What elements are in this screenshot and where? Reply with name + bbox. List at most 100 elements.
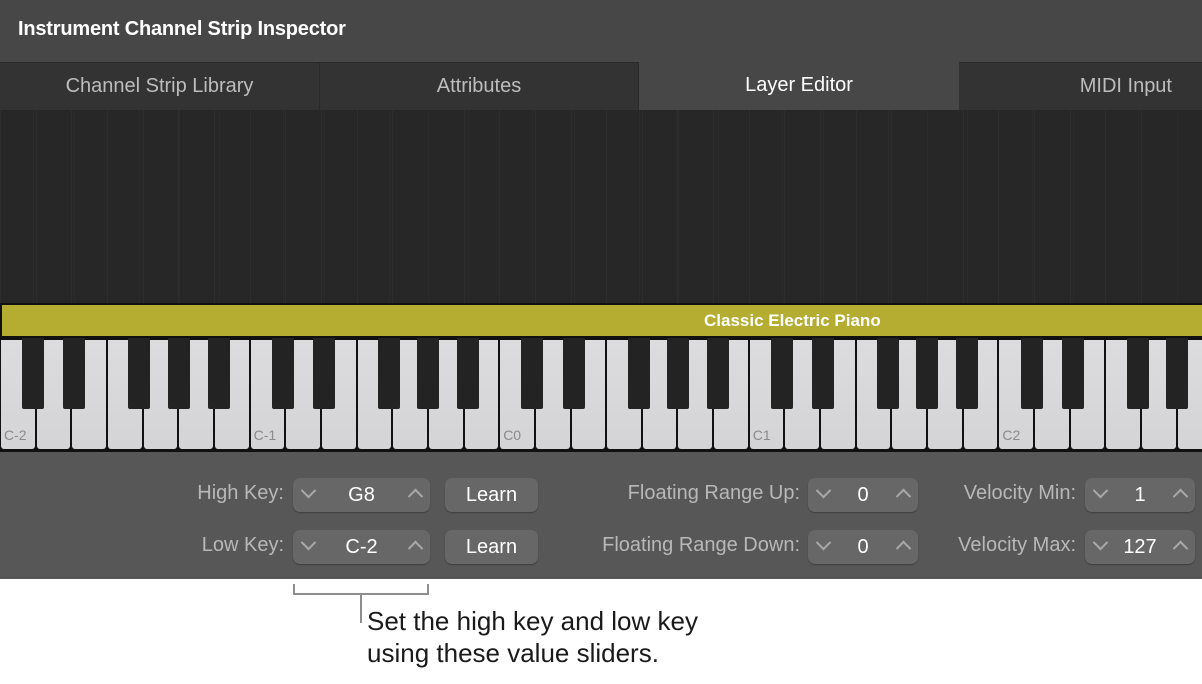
key-column-divider	[389, 110, 390, 303]
chevron-up-icon[interactable]	[1169, 530, 1191, 564]
chevron-up-icon[interactable]	[1169, 478, 1191, 512]
velocity-max-label: Velocity Max:	[958, 534, 1076, 556]
chevron-down-icon[interactable]	[812, 530, 834, 564]
high-key-label: High Key:	[197, 482, 284, 504]
black-key[interactable]	[666, 338, 689, 409]
velocity-min-value[interactable]: 1	[1109, 478, 1171, 512]
chevron-up-icon[interactable]	[404, 478, 426, 512]
black-key[interactable]	[207, 338, 230, 409]
black-key[interactable]	[271, 338, 294, 409]
black-key[interactable]	[562, 338, 585, 409]
octave-label: C-2	[4, 427, 27, 443]
high-key-learn-button[interactable]: Learn	[445, 478, 538, 512]
tab-bar: Channel Strip Library Attributes Layer E…	[0, 62, 1202, 110]
chevron-down-icon[interactable]	[1089, 530, 1111, 564]
key-column-divider	[250, 110, 251, 303]
black-key[interactable]	[22, 338, 45, 409]
tab-layer-editor[interactable]: Layer Editor	[639, 62, 959, 110]
key-column-divider	[713, 110, 714, 303]
chevron-up-icon[interactable]	[892, 478, 914, 512]
chevron-up-icon[interactable]	[404, 530, 426, 564]
octave-label: C2	[1002, 427, 1021, 443]
velocity-max-stepper[interactable]: 127	[1085, 530, 1195, 564]
black-key[interactable]	[1061, 338, 1084, 409]
octave-label: C1	[752, 427, 771, 443]
key-column-divider	[219, 110, 220, 303]
key-column-divider	[143, 110, 144, 303]
inspector-window: Instrument Channel Strip Inspector Chann…	[0, 0, 1202, 579]
key-column-divider	[1138, 110, 1139, 303]
black-key[interactable]	[770, 338, 793, 409]
key-column-divider	[285, 110, 286, 303]
black-key[interactable]	[417, 338, 440, 409]
key-column-divider	[36, 110, 37, 303]
black-key[interactable]	[457, 338, 480, 409]
tab-midi-input[interactable]: MIDI Input	[959, 63, 1202, 110]
window-title: Instrument Channel Strip Inspector	[18, 18, 346, 40]
key-column-divider	[139, 110, 140, 303]
black-key[interactable]	[627, 338, 650, 409]
black-key[interactable]	[167, 338, 190, 409]
key-column-divider	[998, 110, 999, 303]
floating-range-down-label: Floating Range Down:	[602, 534, 800, 556]
key-column-divider	[574, 110, 575, 303]
key-column-divider	[1032, 110, 1033, 303]
velocity-max-value[interactable]: 127	[1109, 530, 1171, 564]
low-key-learn-button[interactable]: Learn	[445, 530, 538, 564]
callout-line-1: Set the high key and low key	[367, 606, 698, 636]
black-key[interactable]	[1020, 338, 1043, 409]
key-column-divider	[606, 110, 607, 303]
chevron-down-icon[interactable]	[297, 530, 319, 564]
black-key[interactable]	[706, 338, 729, 409]
black-key[interactable]	[1165, 338, 1188, 409]
high-key-value[interactable]: G8	[317, 478, 406, 512]
key-column-divider	[571, 110, 572, 303]
black-key[interactable]	[63, 338, 86, 409]
layer-area[interactable]	[0, 110, 1202, 303]
key-column-divider	[784, 110, 785, 303]
black-key[interactable]	[128, 338, 151, 409]
black-key[interactable]	[313, 338, 336, 409]
key-column-divider	[499, 110, 500, 303]
layer-region[interactable]: Classic Electric Piano	[2, 305, 1202, 336]
key-column-divider	[532, 110, 533, 303]
key-column-divider	[823, 110, 824, 303]
low-key-value[interactable]: C-2	[317, 530, 406, 564]
velocity-min-stepper[interactable]: 1	[1085, 478, 1195, 512]
black-key[interactable]	[877, 338, 900, 409]
chevron-down-icon[interactable]	[1089, 478, 1111, 512]
key-column-divider	[464, 110, 465, 303]
key-column-divider	[927, 110, 928, 303]
key-column-divider	[283, 110, 284, 303]
tab-attributes[interactable]: Attributes	[320, 63, 639, 110]
piano-keyboard[interactable]: C-2 C-1 C0 C1 C2	[0, 338, 1202, 452]
black-key[interactable]	[521, 338, 544, 409]
key-column-divider	[324, 110, 325, 303]
key-column-divider	[639, 110, 640, 303]
key-column-divider	[718, 110, 719, 303]
key-column-divider	[468, 110, 469, 303]
key-column-divider	[856, 110, 857, 303]
black-key[interactable]	[1126, 338, 1149, 409]
layer-name: Classic Electric Piano	[704, 311, 881, 330]
low-key-label: Low Key:	[201, 534, 284, 556]
floating-range-up-stepper[interactable]: 0	[808, 478, 918, 512]
floating-range-down-stepper[interactable]: 0	[808, 530, 918, 564]
chevron-down-icon[interactable]	[297, 478, 319, 512]
key-column-divider	[428, 110, 429, 303]
chevron-down-icon[interactable]	[812, 478, 834, 512]
key-column-divider	[963, 110, 964, 303]
low-key-stepper[interactable]: C-2	[293, 530, 430, 564]
key-column-divider	[179, 110, 180, 303]
black-key[interactable]	[956, 338, 979, 409]
tab-channel-strip-library[interactable]: Channel Strip Library	[0, 63, 320, 110]
floating-range-up-value[interactable]: 0	[832, 478, 894, 512]
key-column-divider	[820, 110, 821, 303]
black-key[interactable]	[377, 338, 400, 409]
black-key[interactable]	[812, 338, 835, 409]
key-column-divider	[642, 110, 643, 303]
black-key[interactable]	[916, 338, 939, 409]
floating-range-down-value[interactable]: 0	[832, 530, 894, 564]
high-key-stepper[interactable]: G8	[293, 478, 430, 512]
chevron-up-icon[interactable]	[892, 530, 914, 564]
